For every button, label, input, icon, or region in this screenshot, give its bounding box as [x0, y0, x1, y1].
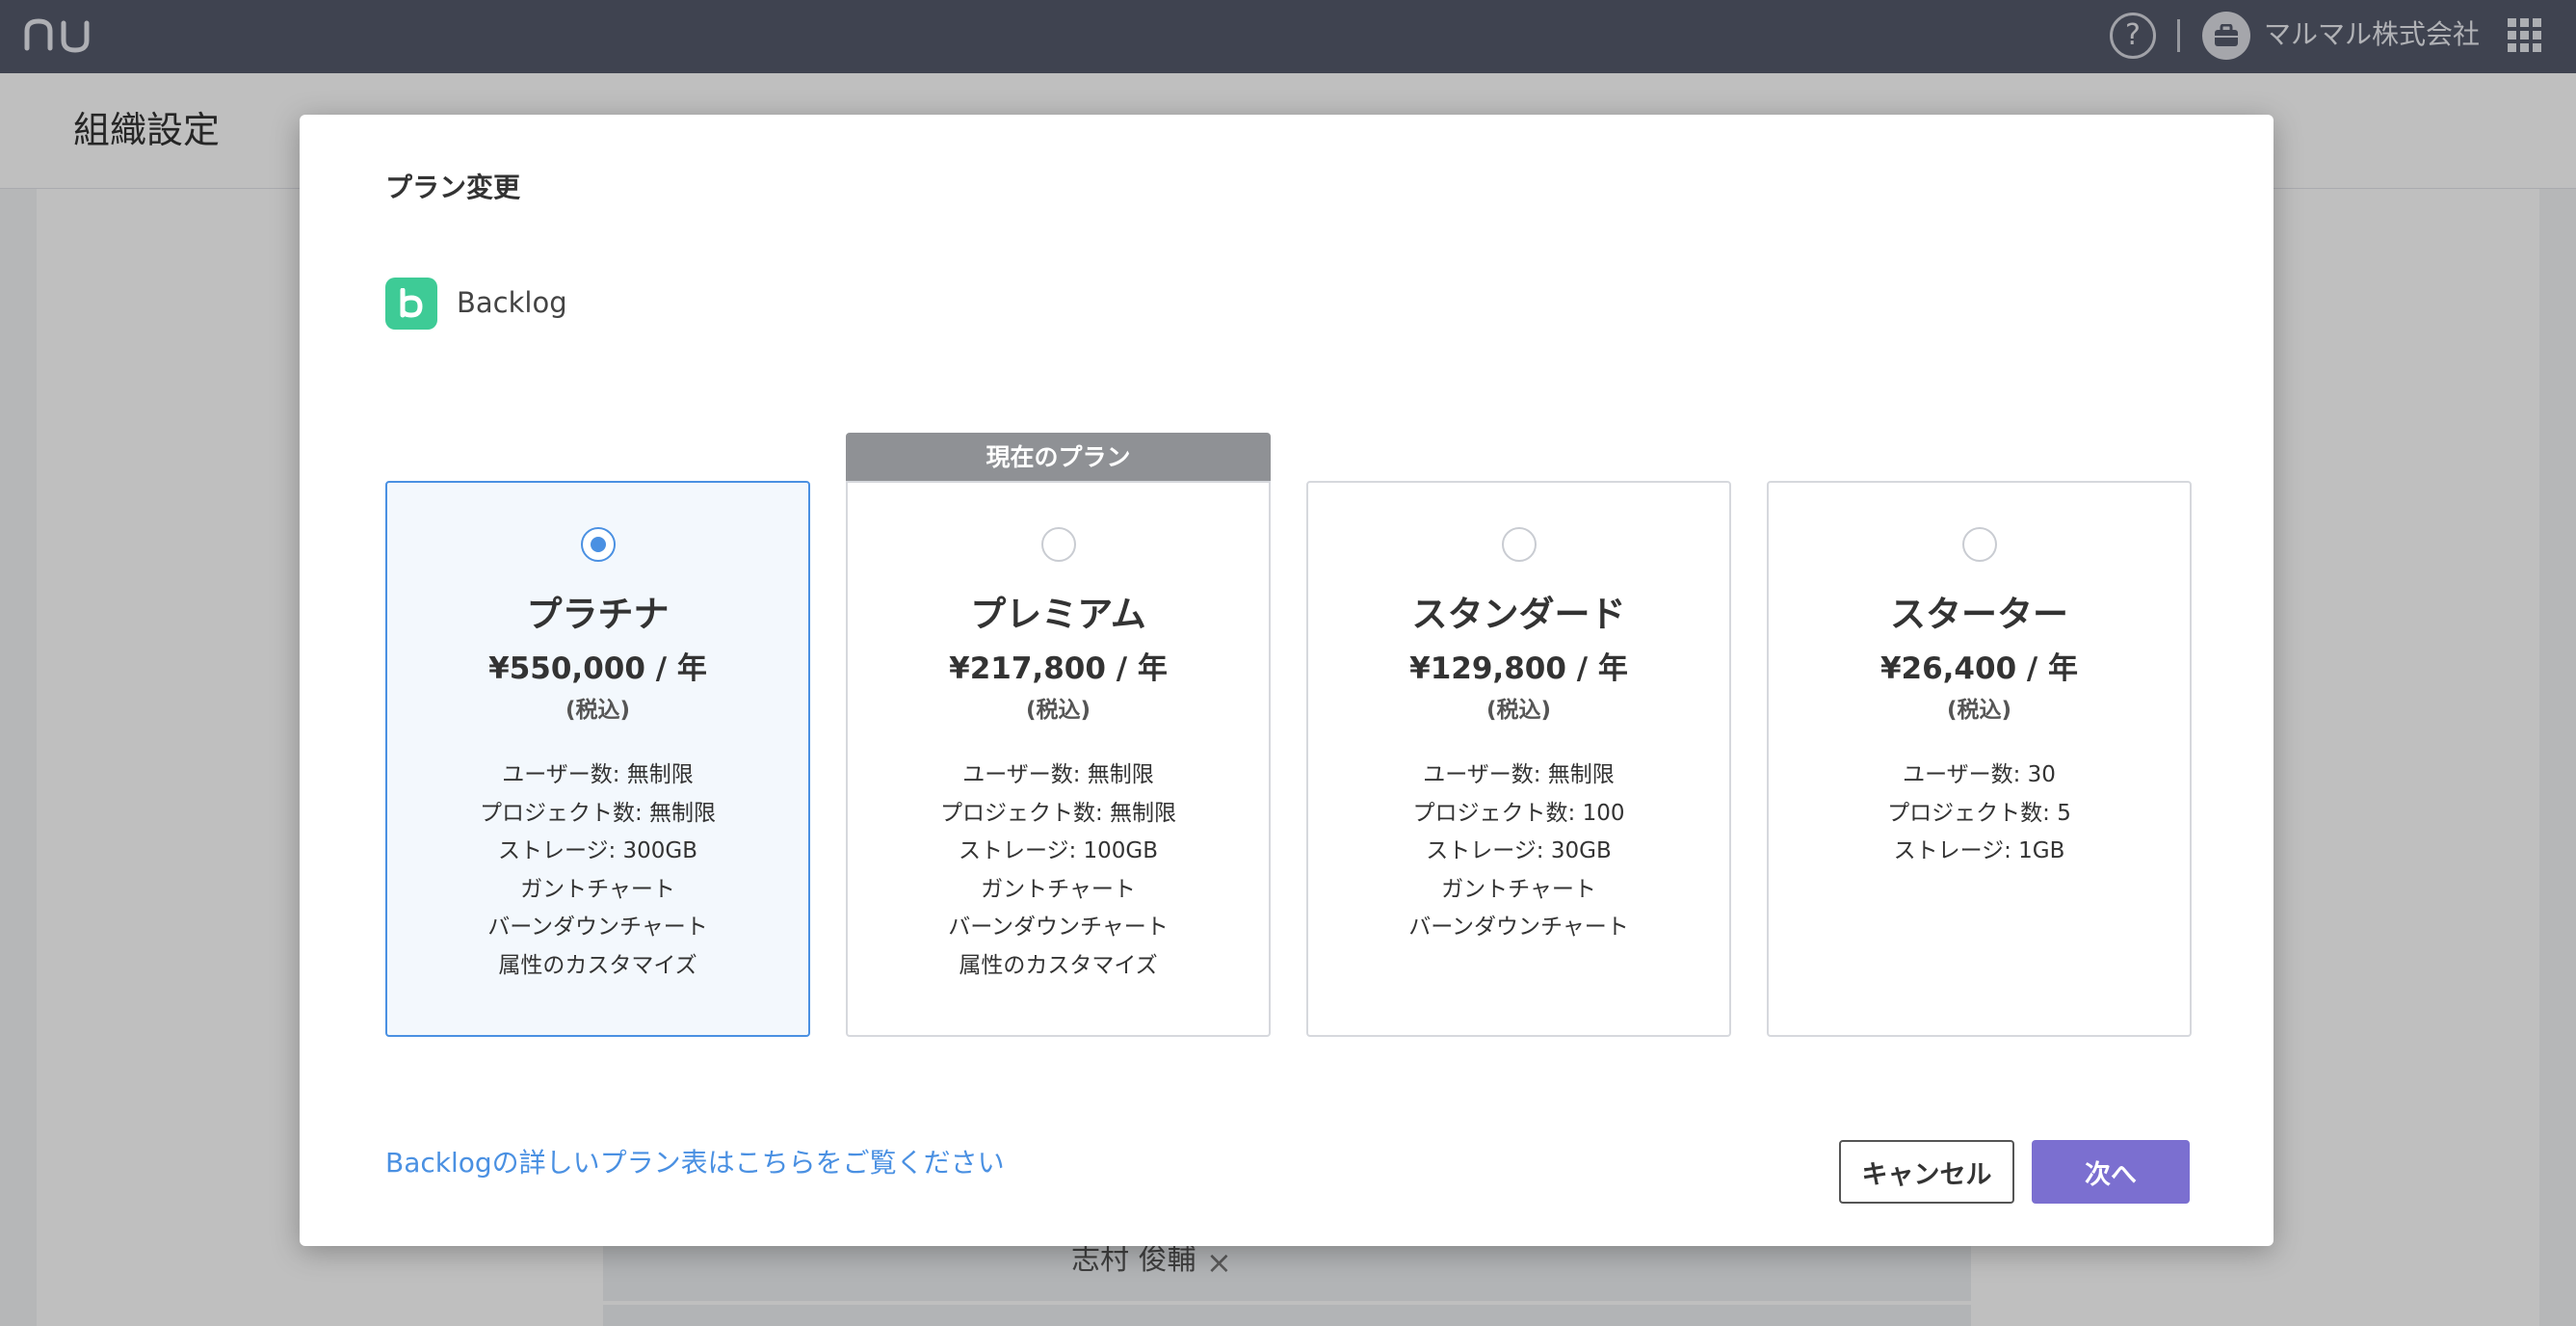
- plan-feature-list: ユーザー数: 無制限 プロジェクト数: 100 ストレージ: 30GB ガントチ…: [1308, 756, 1729, 947]
- plan-tax-note: (税込): [565, 698, 631, 723]
- plan-card-starter[interactable]: スターター ¥26,400 / 年 (税込) ユーザー数: 30 プロジェクト数…: [1767, 481, 2192, 1037]
- plan-name: スタンダード: [1411, 594, 1626, 635]
- plan-radio-premium[interactable]: [1040, 527, 1076, 562]
- plan-tax-note: (税込): [1946, 698, 2012, 723]
- next-button[interactable]: 次へ: [2032, 1140, 2190, 1204]
- plan-feature: 属性のカスタマイズ: [959, 952, 1158, 978]
- plan-name: スターター: [1890, 594, 2068, 635]
- plan-feature: 属性のカスタマイズ: [498, 952, 697, 978]
- plan-card-standard[interactable]: スタンダード ¥129,800 / 年 (税込) ユーザー数: 無制限 プロジェ…: [1306, 481, 1731, 1037]
- plan-feature-list: ユーザー数: 無制限 プロジェクト数: 無制限 ストレージ: 100GB ガント…: [848, 756, 1269, 985]
- plan-name: プレミアム: [970, 594, 1146, 635]
- plan-price: ¥129,800 / 年: [1409, 651, 1628, 686]
- plan-change-dialog: プラン変更 Backlog 現在のプラン プラチナ ¥550,000 / 年 (…: [300, 115, 2274, 1246]
- plan-feature: ガントチャート: [1441, 876, 1596, 902]
- plan-feature: ストレージ: 300GB: [497, 838, 698, 863]
- plan-radio-standard[interactable]: [1501, 527, 1537, 562]
- plan-radio-starter[interactable]: [1961, 527, 1997, 562]
- plan-feature: ユーザー数: 無制限: [1423, 762, 1615, 787]
- plan-feature: バーンダウンチャート: [1408, 915, 1629, 940]
- plan-tax-note: (税込): [1025, 698, 1091, 723]
- backlog-icon: [385, 278, 437, 330]
- backlog-b-icon: [400, 288, 423, 318]
- plan-price: ¥26,400 / 年: [1879, 651, 2079, 686]
- current-plan-badge: 現在のプラン: [846, 433, 1271, 482]
- plan-radio-platinum[interactable]: [580, 527, 616, 562]
- plan-feature-list: ユーザー数: 無制限 プロジェクト数: 無制限 ストレージ: 300GB ガント…: [387, 756, 808, 985]
- plan-feature: プロジェクト数: 5: [1887, 800, 2071, 826]
- plan-feature: ユーザー数: 無制限: [962, 762, 1154, 787]
- plan-name: プラチナ: [526, 594, 670, 635]
- plan-feature: バーンダウンチャート: [487, 915, 708, 940]
- dialog-title: プラン変更: [385, 172, 521, 203]
- plan-card-premium[interactable]: プレミアム ¥217,800 / 年 (税込) ユーザー数: 無制限 プロジェク…: [846, 481, 1271, 1037]
- plan-price: ¥550,000 / 年: [488, 651, 707, 686]
- plan-feature: プロジェクト数: 無制限: [939, 800, 1177, 826]
- plan-feature: プロジェクト数: 100: [1412, 800, 1625, 826]
- plan-feature: ガントチャート: [981, 876, 1136, 902]
- plan-card-platinum[interactable]: プラチナ ¥550,000 / 年 (税込) ユーザー数: 無制限 プロジェクト…: [385, 481, 810, 1037]
- plan-price: ¥217,800 / 年: [949, 651, 1168, 686]
- plan-feature: バーンダウンチャート: [948, 915, 1169, 940]
- plan-detail-link[interactable]: Backlogの詳しいプラン表はこちらをご覧ください: [385, 1144, 1005, 1182]
- plan-tax-note: (税込): [1485, 698, 1552, 723]
- plan-feature: プロジェクト数: 無制限: [479, 800, 717, 826]
- plan-feature-list: ユーザー数: 30 プロジェクト数: 5 ストレージ: 1GB: [1769, 756, 2190, 871]
- plan-feature: ユーザー数: 無制限: [502, 762, 694, 787]
- plan-feature: ストレージ: 30GB: [1426, 838, 1612, 863]
- plan-feature: ユーザー数: 30: [1903, 762, 2056, 787]
- cancel-button[interactable]: キャンセル: [1839, 1140, 2014, 1204]
- plan-feature: ガントチャート: [520, 876, 675, 902]
- product-name: Backlog: [457, 286, 567, 319]
- plan-feature: ストレージ: 1GB: [1893, 838, 2065, 863]
- plan-feature: ストレージ: 100GB: [958, 838, 1159, 863]
